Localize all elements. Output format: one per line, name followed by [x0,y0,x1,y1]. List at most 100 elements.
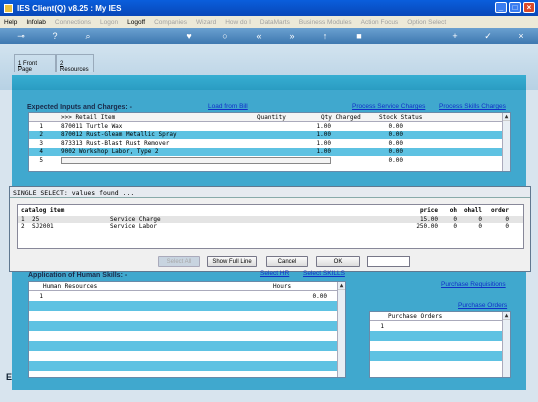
header-band [12,75,526,90]
show-full-line-button[interactable]: Show Full Line [207,256,257,267]
oh: 0 [453,223,457,230]
column-purchase-orders: Purchase Orders [388,312,443,320]
table-row[interactable] [29,331,345,341]
load-from-bill-link[interactable]: Load from Bill [208,103,248,110]
circle-icon[interactable]: ○ [220,31,230,41]
retail-item: 870011 Turtle Wax [61,122,123,130]
table-row[interactable]: 1 25 Service Charge 15.00 0 0 0 [18,216,523,223]
purchase-requisitions-link[interactable]: Purchase Requisitions [441,281,506,288]
column-order: order [490,207,509,214]
heart-icon[interactable]: ♥ [184,31,194,41]
table-row[interactable]: 3 873313 Rust-Blast Rust Remover 1.00 0.… [29,139,510,148]
table-row[interactable] [29,351,345,361]
forward-icon[interactable]: » [287,31,297,41]
select-all-button: Select All [158,256,200,267]
table-row[interactable] [29,321,345,331]
minimize-button[interactable]: _ [495,2,507,13]
table-row[interactable] [29,341,345,351]
process-service-charges-link[interactable]: Process Service Charges [352,103,425,110]
table-row[interactable]: 2 870012 Rust-Gleam Metallic Spray 1.00 … [29,130,510,139]
row-number: 4 [39,148,43,156]
table-row[interactable] [370,341,510,351]
hours: 0.00 [312,292,327,300]
retail-item: 873313 Rust-Blast Rust Remover [61,139,170,147]
purchase-orders-table: Purchase Orders 1 ▲ [369,311,511,378]
purchase-orders-link[interactable]: Purchase Orders [458,302,507,309]
price: 15.00 [419,216,438,223]
toolbar: ⊸ ? ⌕ ♥ ○ « » ↑ ■ + ✓ × [0,28,538,44]
scroll-up-icon[interactable]: ▲ [503,312,510,320]
retail-item-input[interactable] [61,156,331,164]
maximize-button[interactable]: □ [509,2,521,13]
human-resources-scrollbar[interactable]: ▲ [337,282,345,377]
scroll-up-icon[interactable]: ▲ [503,113,510,121]
quantity: 1.00 [316,148,331,156]
table-header: catalog item price oh ohall order [18,205,523,216]
tab-resources[interactable]: 2 Resources [56,54,94,73]
cancel-button[interactable]: Cancel [266,256,308,267]
window-title: IES Client(Q) v8.25 : My IES [17,3,122,13]
table-row[interactable] [29,311,345,321]
catalog-results-table: catalog item price oh ohall order 1 25 S… [17,204,524,249]
quantity: 1.00 [316,139,331,147]
menu-option-select: Option Select [407,18,447,26]
select-skills-link[interactable]: Select SKILLS [303,270,345,277]
table-row[interactable]: 1 [370,321,510,331]
table-row[interactable] [370,331,510,341]
row-number: 1 [21,216,25,223]
table-row[interactable] [29,301,345,311]
catalog-code: 25 [32,216,40,223]
menu-logoff[interactable]: Logoff [127,19,145,26]
order: 0 [505,216,509,223]
column-catalog-item: catalog item [21,207,65,214]
column-hours: Hours [273,282,292,290]
select-hr-link[interactable]: Select HR [260,270,289,277]
column-quantity: Quantity [257,113,286,121]
tab-front-page[interactable]: 1 Front Page [14,54,56,73]
dialog-title: SINGLE SELECT: values found ... [10,187,530,198]
table-row[interactable]: 1 870011 Turtle Wax 1.00 0.00 [29,122,510,131]
retail-items-table: >>> Retail Item Quantity Qty Charged Sto… [28,112,511,172]
table-header: Human Resources Hours [29,282,345,291]
oh: 0 [453,216,457,223]
qty-charged: 0.00 [388,156,403,164]
close-icon[interactable]: × [516,31,526,41]
table-row[interactable]: 4 9002 Workshop Labor, Type 2 1.00 0.00 [29,147,510,156]
add-icon[interactable]: + [450,31,460,41]
menu-infolab[interactable]: Infolab [26,19,46,26]
column-human-resources: Human Resources [43,282,98,290]
column-qty-charged: Qty Charged [321,113,361,121]
menu-wizard: Wizard [195,18,217,26]
tab-resources-label: Resources [60,67,89,73]
upload-icon[interactable]: ↑ [320,31,330,41]
key-icon[interactable]: ⊸ [12,31,30,41]
table-row[interactable] [370,351,510,361]
menu-help[interactable]: Help [4,19,17,26]
help-icon[interactable]: ? [50,31,60,41]
close-button[interactable]: × [523,2,535,13]
menu-business-modules: Business Modules [298,18,352,26]
process-skills-charges-link[interactable]: Process Skills Charges [439,103,506,110]
row-number: 5 [39,156,43,164]
search-icon[interactable]: ⌕ [83,31,93,41]
quantity: 1.00 [316,131,331,139]
rewind-icon[interactable]: « [254,31,264,41]
check-icon[interactable]: ✓ [483,31,493,41]
table-row[interactable] [370,361,510,371]
table-row[interactable]: 1 0.00 [29,291,345,301]
square-icon[interactable]: ■ [354,31,364,41]
row-number: 1 [39,292,43,300]
table-header: Purchase Orders [370,312,510,321]
retail-item: 9002 Workshop Labor, Type 2 [61,148,159,156]
purchase-orders-scrollbar[interactable]: ▲ [502,312,510,377]
table-row[interactable] [29,361,345,371]
table-row[interactable]: 5 0.00 [29,156,510,165]
retail-items-scrollbar[interactable]: ▲ [502,113,510,171]
catalog-name: Service Charge [110,216,161,223]
search-value-input[interactable] [367,256,410,267]
menu-how-do-i: How do I [225,18,251,26]
scroll-up-icon[interactable]: ▲ [338,282,345,290]
ohall: 0 [478,223,482,230]
table-row[interactable]: 2 SJ2001 Service Labor 250.00 0 0 0 [18,223,523,230]
ok-button[interactable]: OK [316,256,360,267]
